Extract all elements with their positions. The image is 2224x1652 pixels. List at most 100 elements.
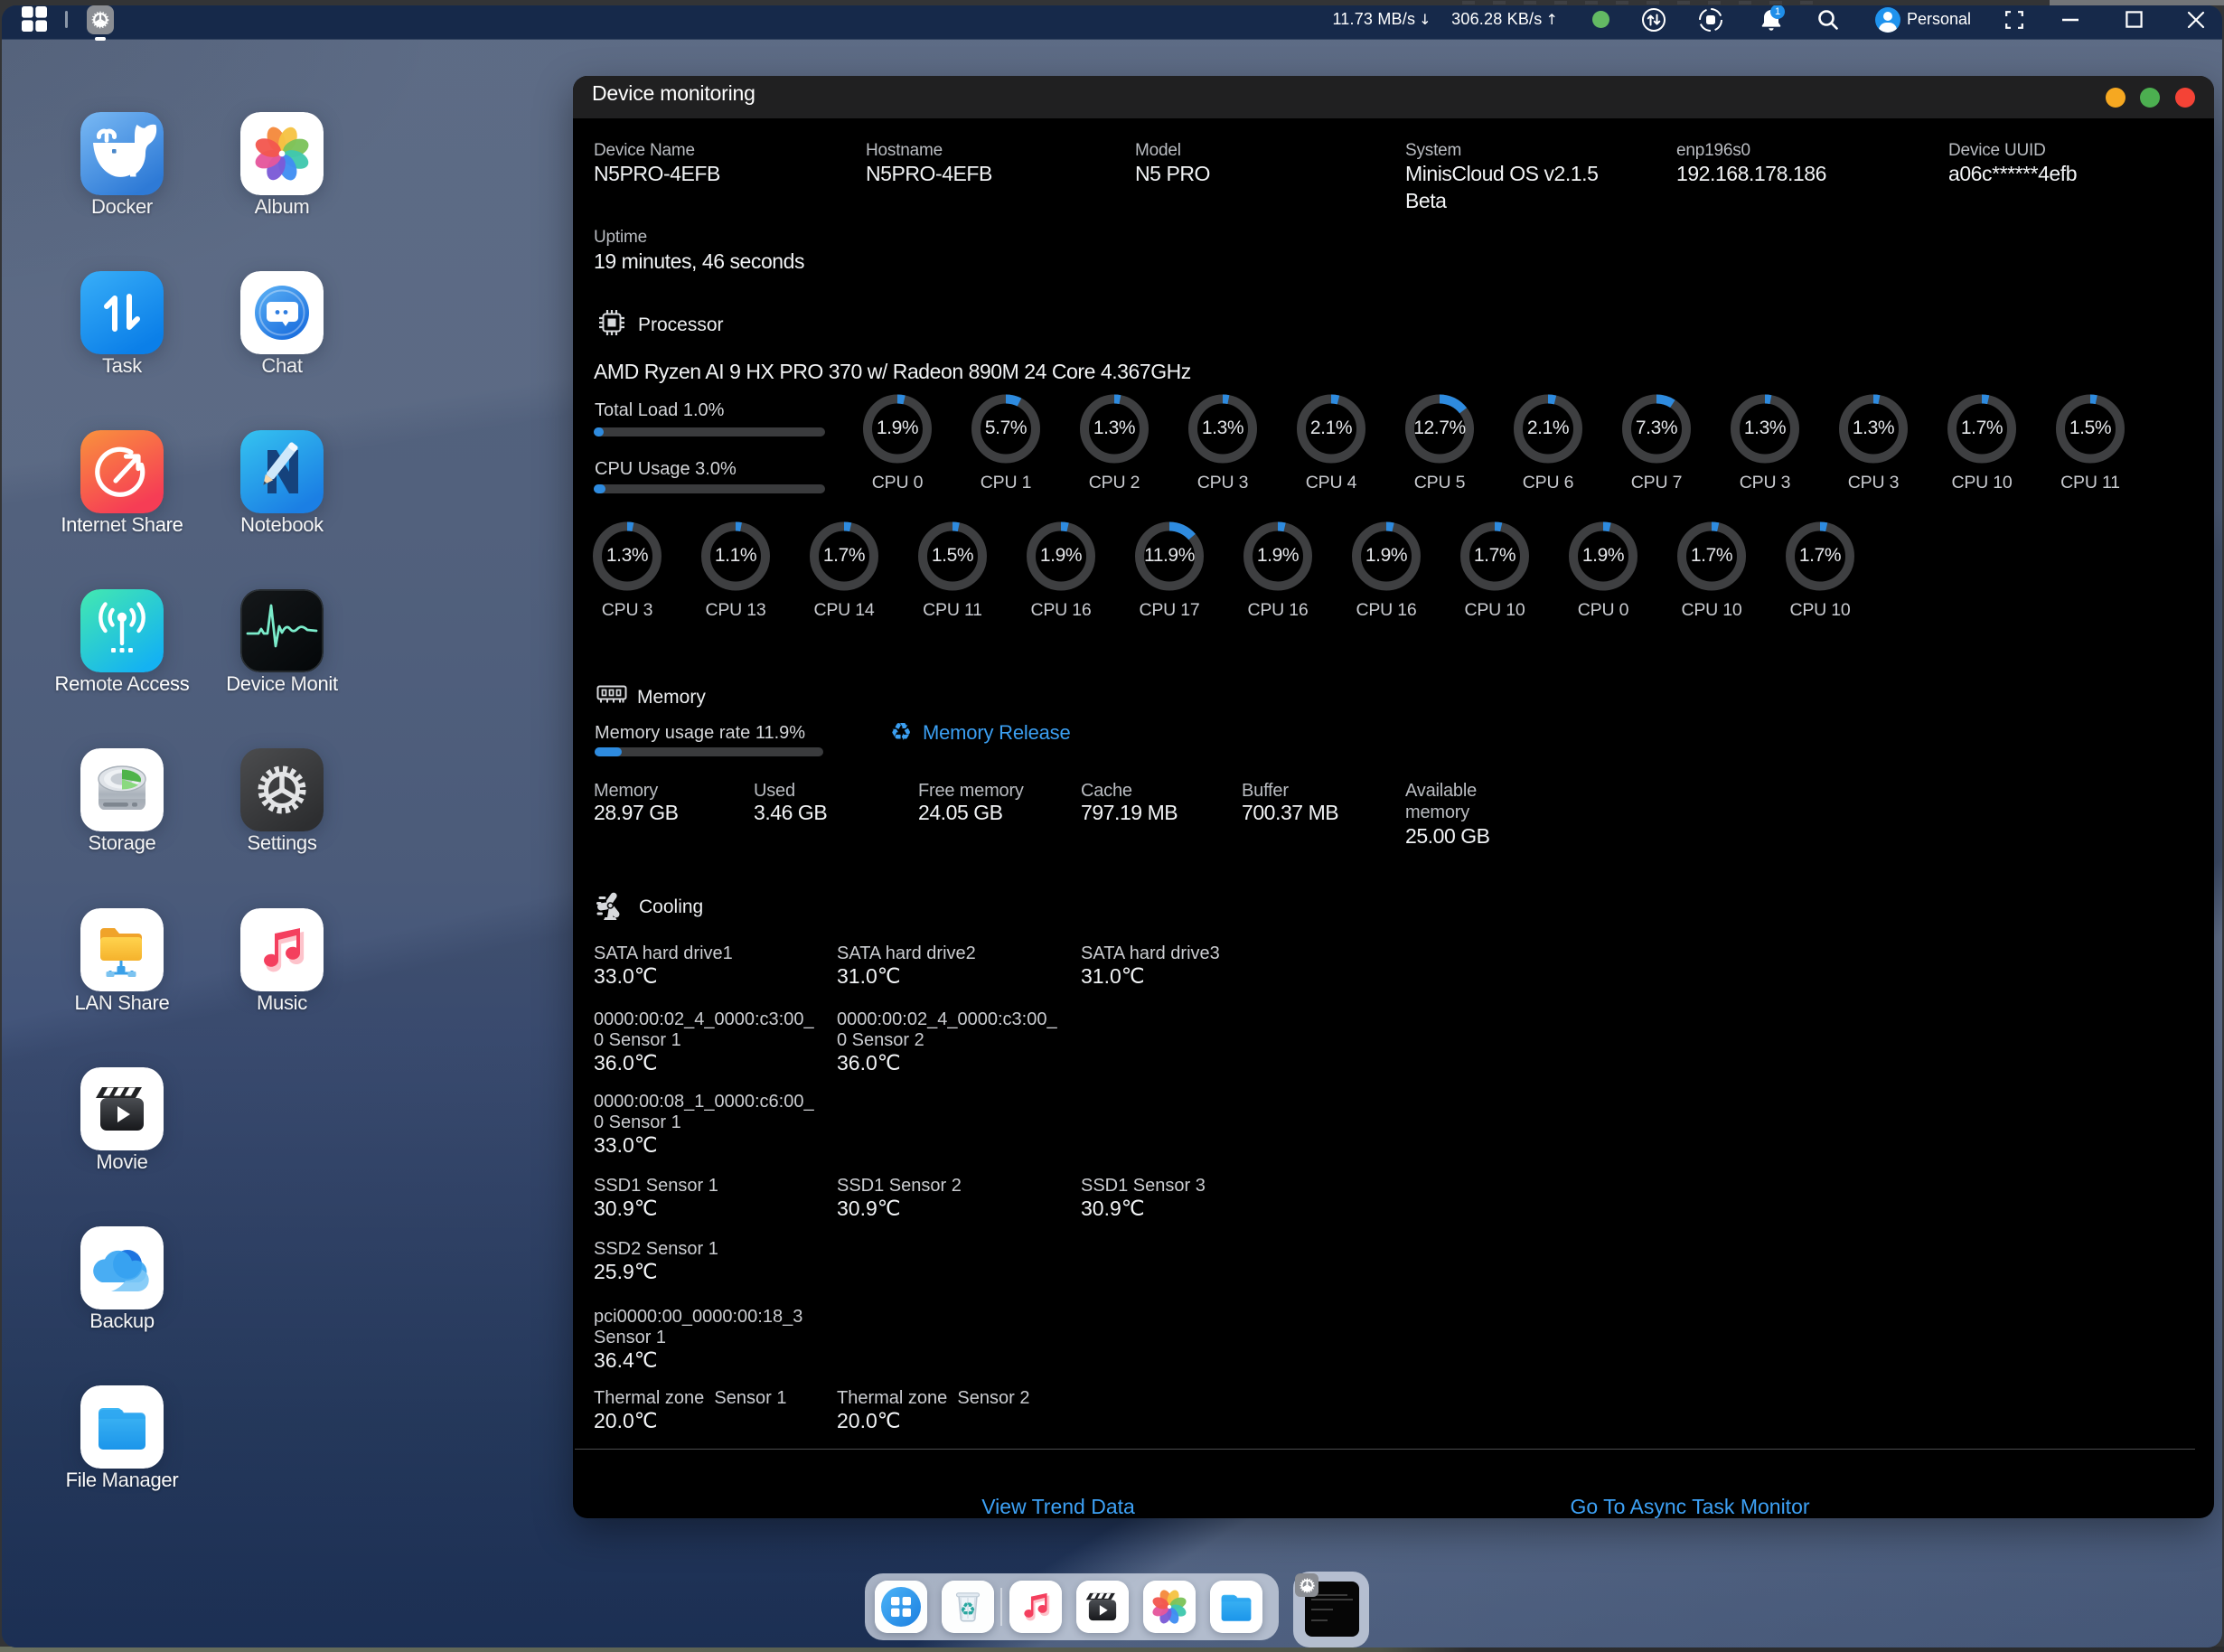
desktop-icon-notebook[interactable]: Notebook: [210, 430, 354, 537]
cpu-gauge-cpu-10: 1.7% CPU 10: [1440, 521, 1549, 596]
dock-running-app[interactable]: [1293, 1572, 1369, 1647]
cpu-gauge-label: CPU 11: [2036, 473, 2144, 493]
desktop-icon-chat[interactable]: Chat: [210, 271, 354, 378]
close-button[interactable]: [2182, 5, 2210, 33]
desktop-icon-movie[interactable]: Movie: [50, 1067, 194, 1174]
cpu-gauge-cpu-11: 1.5% CPU 11: [2036, 394, 2144, 468]
sensor-label: SSD1 Sensor 3: [1081, 1176, 1318, 1197]
desktop-icon-label: Music: [210, 991, 354, 1015]
desktop-icon-lan-share[interactable]: LAN Share: [50, 908, 194, 1015]
desktop-icon-label: Chat: [210, 354, 354, 378]
cpu-usage-percent: 1.9%: [1549, 545, 1657, 567]
cpu-gauge-label: CPU 13: [681, 600, 790, 621]
cpu-gauge-cpu-14: 1.7% CPU 14: [790, 521, 898, 596]
cooling-fan-icon: [595, 891, 625, 922]
notification-bell-icon[interactable]: 1: [1757, 5, 1786, 33]
desktop-icon-label: Device Monit: [210, 672, 354, 696]
active-app-gear-icon[interactable]: [87, 5, 114, 34]
dock-app-launcher[interactable]: [875, 1581, 927, 1633]
dock-album[interactable]: [1143, 1581, 1196, 1633]
maximize-button[interactable]: [2120, 5, 2147, 33]
account-avatar[interactable]: [1874, 5, 1901, 33]
upload-arrow-icon: ↑: [1545, 11, 1557, 28]
dock-divider: [1000, 1588, 1002, 1626]
sensor-label: SSD1 Sensor 1: [594, 1176, 830, 1197]
cpu-gauge-label: CPU 0: [843, 473, 952, 493]
cpu-gauge-label: CPU 3: [1711, 473, 1819, 493]
cpu-gauge-cpu-16: 1.9% CPU 16: [1332, 521, 1440, 596]
minimize-button[interactable]: [2057, 5, 2084, 33]
cooling-sensor: Thermal zone Sensor 2 20.0℃: [837, 1388, 1074, 1431]
cpu-gauge-cpu-17: 11.9% CPU 17: [1115, 521, 1224, 596]
cpu-usage-percent: 2.1%: [1494, 418, 1602, 439]
desktop-icon-internet-share[interactable]: Internet Share: [50, 430, 194, 537]
cpu-gauge-label: CPU 10: [1657, 600, 1766, 621]
dock-movie[interactable]: [1076, 1581, 1129, 1633]
cpu-gauge-label: CPU 14: [790, 600, 898, 621]
window-maximize-traffic-light[interactable]: [2140, 88, 2160, 108]
desktop-icon-backup[interactable]: Backup: [50, 1226, 194, 1333]
desktop-icon-label: LAN Share: [50, 991, 194, 1015]
desktop-icon-device-monit[interactable]: Device Monit: [210, 589, 354, 696]
cpu-gauge-label: CPU 3: [1168, 473, 1277, 493]
transfer-sync-icon[interactable]: [1640, 5, 1667, 33]
cpu-usage-percent: 1.5%: [898, 545, 1007, 567]
desktop-icon-label: Notebook: [210, 513, 354, 537]
desktop-icon-task[interactable]: Task: [50, 271, 194, 378]
account-name[interactable]: Personal: [1907, 5, 1988, 33]
notification-badge: 1: [1770, 5, 1785, 19]
dock-recycle-bin[interactable]: ♻: [942, 1581, 994, 1633]
info-label: enp196s0: [1676, 140, 1750, 161]
info-label: Model: [1135, 140, 1181, 161]
cooling-sensor: SSD1 Sensor 1 30.9℃: [594, 1176, 830, 1219]
active-app-indicator: [95, 37, 106, 41]
total-load-label: Total Load 1.0%: [595, 400, 724, 421]
sensor-temp: 33.0℃: [594, 1135, 830, 1156]
desktop-icon-label: Internet Share: [50, 513, 194, 537]
desktop-icon-settings[interactable]: Settings: [210, 748, 354, 855]
cpu-usage-percent: 12.7%: [1385, 418, 1494, 439]
memory-release-link[interactable]: ♻ Memory Release: [890, 720, 1071, 745]
cpu-gauge-label: CPU 10: [1928, 473, 2036, 493]
dock-music[interactable]: [1009, 1581, 1062, 1633]
desktop-icon-label: Settings: [210, 831, 354, 855]
memory-stat-value: 700.37 MB: [1242, 799, 1338, 826]
search-icon[interactable]: [1815, 5, 1842, 33]
desktop-icon-docker[interactable]: Docker: [50, 112, 194, 219]
window-titlebar[interactable]: Device monitoring: [573, 76, 2214, 118]
dock: ♻: [865, 1573, 1279, 1640]
cpu-usage-percent: 1.7%: [1766, 545, 1874, 567]
cpu-gauge-cpu-3: 1.3% CPU 3: [1168, 394, 1277, 468]
download-speed: 11.73 MB/s↓: [1314, 5, 1450, 33]
desktop-icon-music[interactable]: Music: [210, 908, 354, 1015]
window-close-traffic-light[interactable]: [2175, 88, 2195, 108]
cpu-gauge-label: CPU 6: [1494, 473, 1602, 493]
cpu-gauge-label: CPU 4: [1277, 473, 1385, 493]
view-trend-data-link[interactable]: View Trend Data: [981, 1495, 1135, 1518]
info-value: MinisCloud OS v2.1.5 Beta: [1405, 160, 1663, 214]
sensor-temp: 31.0℃: [1081, 966, 1318, 987]
dock-file-manager[interactable]: [1210, 1581, 1262, 1633]
async-task-monitor-link[interactable]: Go To Async Task Monitor: [1570, 1495, 1809, 1518]
status-green-dot: [1591, 5, 1609, 33]
desktop-icon-storage[interactable]: Storage: [50, 748, 194, 855]
info-value: a06c******4efb: [1948, 160, 2206, 187]
cooling-sensor: SSD1 Sensor 2 30.9℃: [837, 1176, 1074, 1219]
fullscreen-icon[interactable]: [2001, 5, 2028, 33]
sensor-temp: 31.0℃: [837, 966, 1074, 987]
cpu-gauge-label: CPU 3: [1819, 473, 1928, 493]
info-value: N5PRO-4EFB: [594, 160, 851, 187]
cpu-gauge-label: CPU 10: [1766, 600, 1874, 621]
desktop-icon-remote-access[interactable]: Remote Access: [50, 589, 194, 696]
cpu-usage-percent: 7.3%: [1602, 418, 1711, 439]
cooling-sensor: SATA hard drive3 31.0℃: [1081, 943, 1318, 987]
window-minimize-traffic-light[interactable]: [2106, 88, 2125, 108]
screen-record-icon[interactable]: [1697, 5, 1724, 33]
desktop-icon-label: Docker: [50, 195, 194, 219]
cpu-usage-percent: 1.9%: [1224, 545, 1332, 567]
desktop-icon-file-manager[interactable]: File Manager: [50, 1385, 194, 1492]
desktop-icon-album[interactable]: Album: [210, 112, 354, 219]
cpu-usage-label: CPU Usage 3.0%: [595, 459, 737, 480]
cpu-gauge-label: CPU 10: [1440, 600, 1549, 621]
app-launcher-grid-icon[interactable]: [22, 6, 47, 32]
